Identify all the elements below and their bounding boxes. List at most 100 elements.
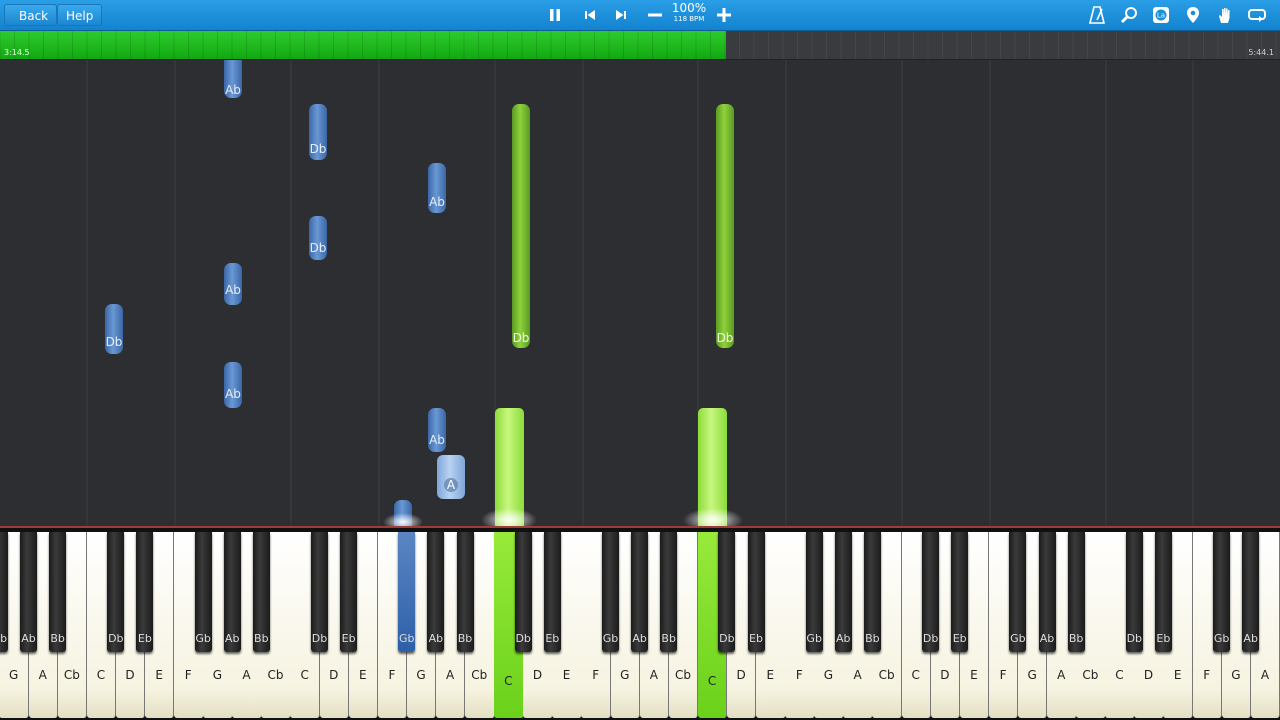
speed-percent: 100% <box>671 1 707 15</box>
note-roll: Ab Db Ab Db Ab Db Ab Ab A Db Db <box>0 60 1280 528</box>
metronome-icon[interactable] <box>1087 5 1107 25</box>
black-key[interactable]: Db <box>718 532 736 652</box>
key-label: Db <box>311 632 328 645</box>
black-key[interactable]: Ab <box>631 532 649 652</box>
key-label: F <box>388 668 396 682</box>
key-label: Bb <box>254 632 269 645</box>
key-label: A <box>242 668 251 682</box>
black-key[interactable]: Gb <box>602 532 619 652</box>
key-label: C <box>300 668 309 682</box>
black-key[interactable]: Db <box>1125 532 1143 652</box>
black-key[interactable]: Gb <box>194 532 212 652</box>
black-key[interactable]: Db <box>107 532 125 652</box>
song-progress-bar[interactable] <box>0 31 1280 60</box>
minus-icon[interactable] <box>645 5 665 25</box>
skip-back-icon[interactable] <box>580 5 600 25</box>
key-label: C <box>1115 668 1124 682</box>
speed-display[interactable]: 100% 118 BPM <box>668 2 710 24</box>
key-label: C <box>707 674 717 688</box>
plus-icon[interactable] <box>714 5 734 25</box>
falling-note: Ab <box>224 362 242 408</box>
key-label: Ab <box>1039 632 1055 645</box>
black-key[interactable]: Ab <box>834 532 852 652</box>
black-key[interactable]: Bb <box>660 532 678 652</box>
black-key[interactable]: Eb <box>340 532 358 652</box>
toolbar: Back Help 100% 118 BPM La <box>0 0 1280 31</box>
black-key[interactable]: Gb <box>1213 532 1231 652</box>
key-label: D <box>125 668 135 682</box>
key-label: D <box>532 668 543 682</box>
black-key[interactable]: Ab <box>223 532 241 652</box>
key-label: Eb <box>749 632 763 645</box>
key-label: Bb <box>865 632 880 645</box>
playing-note <box>683 408 743 528</box>
note-label: Ab <box>225 283 241 297</box>
black-key[interactable]: Gb <box>398 532 416 652</box>
note-label: Db <box>310 241 327 255</box>
black-key[interactable]: Ab <box>427 532 445 652</box>
location-icon[interactable] <box>1183 5 1203 25</box>
zoom-icon[interactable] <box>1119 5 1139 25</box>
black-key[interactable]: Eb <box>543 532 561 652</box>
key-label: E <box>766 668 775 682</box>
key-label: Bb <box>457 632 473 645</box>
progress-ticks <box>0 31 1277 59</box>
key-label: Gb <box>399 632 415 645</box>
grid-lines <box>86 60 1194 528</box>
key-label: D <box>736 668 746 682</box>
black-key[interactable]: Ab <box>20 532 37 652</box>
svg-text:La: La <box>1157 12 1165 20</box>
key-label: E <box>1173 668 1182 682</box>
black-key[interactable]: Bb <box>252 532 270 652</box>
black-key[interactable]: Bb <box>1067 532 1085 652</box>
black-key[interactable]: Db <box>514 532 532 652</box>
pause-icon[interactable] <box>545 5 565 25</box>
black-key[interactable]: Ab <box>1242 532 1260 652</box>
black-key[interactable]: Gb <box>1009 532 1027 652</box>
key-label: A <box>1057 668 1066 682</box>
black-key[interactable]: Gb <box>0 532 8 652</box>
key-label: A <box>649 668 658 682</box>
note-label: Db <box>513 331 530 345</box>
key-label: Ab <box>1243 632 1258 645</box>
piano-keyboard[interactable]: G A Cb C D E F G A Cb C D E F G A Cb C D E F G A Cb C D E F G A Cb C D E F… <box>0 528 1280 720</box>
key-label: D <box>940 668 950 682</box>
key-label: Ab <box>428 632 444 645</box>
black-key[interactable]: Eb <box>747 532 765 652</box>
key-label: Cb <box>471 668 488 682</box>
key-label: F <box>795 668 803 682</box>
black-key[interactable]: Db <box>922 532 940 652</box>
black-key[interactable]: Bb <box>863 532 881 652</box>
falling-note: Ab <box>428 163 446 213</box>
falling-note: Db <box>309 104 327 160</box>
note-labels-icon[interactable]: La <box>1151 5 1171 25</box>
note-label: Ab <box>429 433 445 447</box>
black-key[interactable]: Eb <box>136 532 154 652</box>
note-label: A <box>447 478 456 492</box>
hand-icon[interactable] <box>1215 5 1235 25</box>
key-label: Cb <box>1082 668 1099 682</box>
key-label: Bb <box>1068 632 1084 645</box>
black-key[interactable]: Eb <box>951 532 969 652</box>
back-button[interactable]: Back <box>4 4 58 26</box>
black-key[interactable]: Bb <box>49 532 67 652</box>
key-label: Ab <box>224 632 240 645</box>
key-label: Gb <box>806 632 822 645</box>
key-label: Eb <box>137 632 152 645</box>
black-key[interactable]: Gb <box>805 532 823 652</box>
black-key[interactable]: Bb <box>456 532 474 652</box>
black-key[interactable]: Ab <box>1038 532 1056 652</box>
note-label: Ab <box>225 387 241 401</box>
key-label: G <box>1231 668 1241 682</box>
black-key[interactable]: Db <box>311 532 328 652</box>
key-label: C <box>96 668 106 682</box>
key-label: Ab <box>632 632 647 645</box>
loop-icon[interactable] <box>1247 5 1267 25</box>
key-label: C <box>911 668 920 682</box>
key-label: Cb <box>878 668 895 682</box>
skip-forward-icon[interactable] <box>611 5 631 25</box>
key-label: A <box>38 668 47 682</box>
help-button[interactable]: Help <box>57 4 103 26</box>
note-label: Ab <box>429 195 445 209</box>
black-key[interactable]: Eb <box>1154 532 1172 652</box>
